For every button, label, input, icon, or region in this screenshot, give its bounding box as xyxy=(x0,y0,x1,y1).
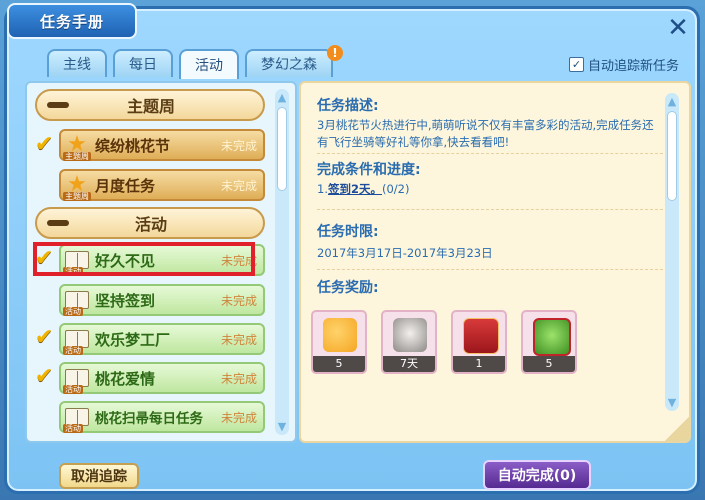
reward-item-mask[interactable]: 7天 xyxy=(381,310,437,374)
time-heading: 任务时限: xyxy=(317,224,379,240)
checkbox-icon[interactable]: ✓ xyxy=(569,57,584,72)
tab-daily[interactable]: 每日 xyxy=(113,49,173,77)
list-scrollbar[interactable]: ▲ ▼ xyxy=(275,89,289,435)
scroll-down-icon[interactable]: ▼ xyxy=(665,396,679,409)
time-text: 2017年3月17日-2017年3月23日 xyxy=(317,246,493,260)
list-item-keep-signing[interactable]: 活动 坚持签到 未完成 xyxy=(59,284,265,316)
section-theme-week[interactable]: 主题周 xyxy=(35,89,265,121)
auto-track-toggle[interactable]: ✓ 自动追踪新任务 xyxy=(569,55,679,74)
list-item-happy-factory[interactable]: 活动 欢乐梦工厂 未完成 xyxy=(59,323,265,355)
list-item-monthly-task[interactable]: ★ 主题周 月度任务 未完成 xyxy=(59,169,265,201)
tab-activity[interactable]: 活动 xyxy=(179,49,239,79)
divider xyxy=(317,153,663,155)
task-detail-panel: 任务描述: 3月桃花节火热进行中,萌萌听说不仅有丰富多彩的活动,完成任务还有飞行… xyxy=(299,81,691,443)
star-icon: ★ 主题周 xyxy=(63,132,91,161)
alert-badge-icon: ! xyxy=(327,45,343,61)
star-icon: ★ 主题周 xyxy=(63,172,91,201)
tracked-check-icon[interactable]: ✔ xyxy=(35,133,57,157)
condition-link[interactable]: 签到2天。 xyxy=(328,182,382,196)
red-packet-icon xyxy=(463,318,499,354)
book-icon: 活动 xyxy=(63,287,91,316)
page-fold xyxy=(665,417,689,441)
window-title: 任务手册 xyxy=(7,3,137,39)
list-item-peach-love[interactable]: 活动 桃花爱情 未完成 xyxy=(59,362,265,394)
detail-scrollbar[interactable]: ▲ ▼ xyxy=(665,93,679,411)
scroll-thumb[interactable] xyxy=(277,107,287,191)
condition-heading: 完成条件和进度: xyxy=(317,162,421,178)
divider xyxy=(317,209,663,211)
mask-icon xyxy=(393,318,427,352)
scroll-thumb[interactable] xyxy=(667,111,677,201)
tracked-check-icon[interactable]: ✔ xyxy=(35,247,57,271)
orange-icon xyxy=(323,318,357,352)
collapse-icon[interactable] xyxy=(47,102,69,108)
book-icon: 活动 xyxy=(63,365,91,394)
scroll-up-icon[interactable]: ▲ xyxy=(665,95,679,108)
reward-item-orange[interactable]: 5 xyxy=(311,310,367,374)
scroll-down-icon[interactable]: ▼ xyxy=(275,420,289,433)
auto-complete-button[interactable]: 自动完成(0) xyxy=(483,460,591,490)
list-item-peach-festival[interactable]: ★ 主题周 缤纷桃花节 未完成 xyxy=(59,129,265,161)
book-icon: 活动 xyxy=(63,326,91,355)
task-list-panel: 主题周 ✔ ★ 主题周 缤纷桃花节 未完成 ★ 主题周 月度任务 未完成 活动 ✔ … xyxy=(25,81,297,443)
tab-bar: 主线 每日 活动 梦幻之森 ! xyxy=(47,45,343,79)
section-activity[interactable]: 活动 xyxy=(35,207,265,239)
reward-heading: 任务奖励: xyxy=(317,280,379,296)
growth-apple-icon xyxy=(533,318,571,356)
reward-item-red-packet[interactable]: 1 xyxy=(451,310,507,374)
list-item-peach-broom-daily[interactable]: 活动 桃花扫帚每日任务 未完成 xyxy=(59,401,265,433)
condition-row: 1.签到2天。(0/2) xyxy=(317,182,410,196)
tab-dream-forest[interactable]: 梦幻之森 ! xyxy=(245,45,343,77)
tracked-check-icon[interactable]: ✔ xyxy=(35,365,57,389)
book-icon: 活动 xyxy=(63,247,91,276)
tab-main[interactable]: 主线 xyxy=(47,49,107,77)
auto-track-label: 自动追踪新任务 xyxy=(588,59,680,74)
cancel-tracking-button[interactable]: 取消追踪 xyxy=(59,463,139,489)
desc-text: 3月桃花节火热进行中,萌萌听说不仅有丰富多彩的活动,完成任务还有飞行坐骑等好礼等… xyxy=(317,118,654,149)
book-icon: 活动 xyxy=(63,404,91,433)
close-icon[interactable]: ✕ xyxy=(665,15,691,41)
divider xyxy=(317,269,663,271)
list-item-long-time-no-see[interactable]: 活动 好久不见 未完成 xyxy=(59,244,265,276)
task-handbook-window: 任务手册 ✕ 主线 每日 活动 梦幻之森 ! ✓ 自动追踪新任务 主题周 ✔ ★… xyxy=(4,3,700,494)
reward-item-growth[interactable]: 5 xyxy=(521,310,577,374)
tracked-check-icon[interactable]: ✔ xyxy=(35,326,57,350)
collapse-icon[interactable] xyxy=(47,220,69,226)
scroll-up-icon[interactable]: ▲ xyxy=(275,91,289,104)
desc-heading: 任务描述: xyxy=(317,98,379,114)
